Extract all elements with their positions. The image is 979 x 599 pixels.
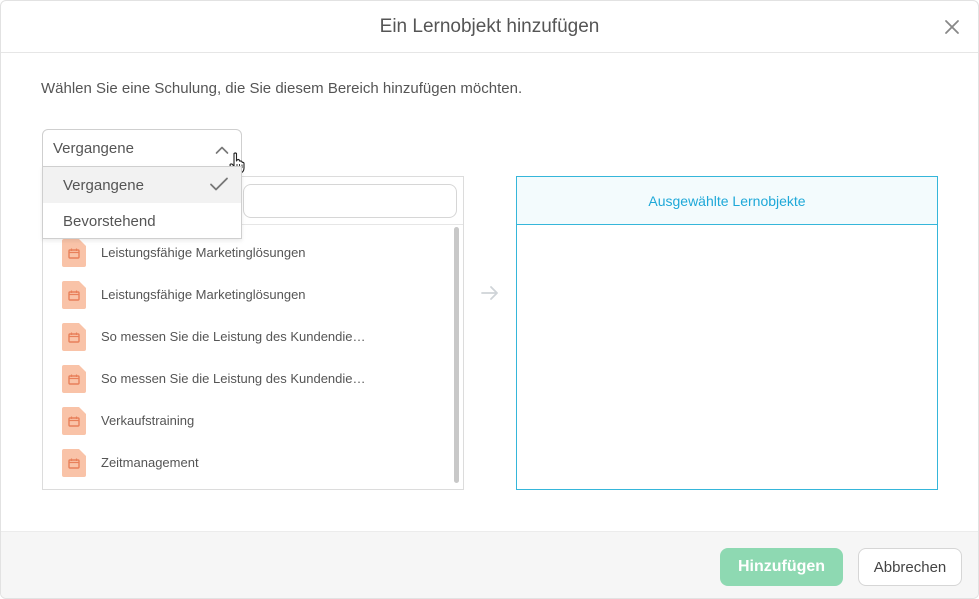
list-item[interactable]: So messen Sie die Leistung des Kundendie…: [43, 316, 453, 358]
dropdown-option-label: Vergangene: [63, 176, 144, 194]
calendar-file-icon: [62, 365, 86, 398]
dropdown-option-vergangene[interactable]: Vergangene: [43, 167, 241, 203]
list-item[interactable]: So messen Sie die Leistung des Kundendie…: [43, 358, 453, 400]
list-scrollbar[interactable]: [454, 227, 459, 483]
learning-object-list: Leistungsfähige Marketinglösungen Leistu…: [43, 232, 453, 484]
list-item-label: So messen Sie die Leistung des Kundendie…: [101, 329, 366, 344]
check-icon: [209, 176, 229, 196]
dialog-footer: Hinzufügen Abbrechen: [1, 531, 978, 598]
list-item-label: Zeitmanagement: [101, 455, 199, 470]
list-item[interactable]: Verkaufstraining: [43, 400, 453, 442]
list-item-label: So messen Sie die Leistung des Kundendie…: [101, 371, 366, 386]
filter-select-value: Vergangene: [53, 139, 134, 157]
selected-objects-title: Ausgewählte Lernobjekte: [517, 177, 937, 225]
cancel-button[interactable]: Abbrechen: [858, 548, 962, 586]
calendar-file-icon: [62, 407, 86, 440]
list-item[interactable]: Zeitmanagement: [43, 442, 453, 484]
filter-dropdown-menu: Vergangene Bevorstehend: [42, 166, 242, 239]
calendar-file-icon: [62, 281, 86, 314]
dropdown-option-label: Bevorstehend: [63, 212, 156, 230]
search-input[interactable]: [243, 184, 457, 218]
list-item-label: Verkaufstraining: [101, 413, 195, 428]
instruction-text: Wählen Sie eine Schulung, die Sie diesem…: [41, 80, 523, 97]
chevron-up-icon: [215, 142, 229, 159]
calendar-file-icon: [62, 323, 86, 356]
dropdown-option-bevorstehend[interactable]: Bevorstehend: [43, 203, 241, 239]
close-icon[interactable]: [940, 15, 964, 39]
list-item-label: Leistungsfähige Marketinglösungen: [101, 287, 306, 302]
selected-objects-panel: Ausgewählte Lernobjekte: [516, 176, 938, 490]
dialog-header: Ein Lernobjekt hinzufügen: [1, 1, 978, 53]
calendar-file-icon: [62, 239, 86, 272]
add-learning-object-dialog: Ein Lernobjekt hinzufügen Wählen Sie ein…: [0, 0, 979, 599]
dialog-title: Ein Lernobjekt hinzufügen: [379, 15, 600, 37]
list-item[interactable]: Leistungsfähige Marketinglösungen: [43, 274, 453, 316]
add-button[interactable]: Hinzufügen: [720, 548, 843, 586]
calendar-file-icon: [62, 449, 86, 482]
filter-select[interactable]: Vergangene: [42, 129, 245, 174]
arrow-right-icon: [480, 284, 500, 307]
list-item-label: Leistungsfähige Marketinglösungen: [101, 245, 306, 260]
